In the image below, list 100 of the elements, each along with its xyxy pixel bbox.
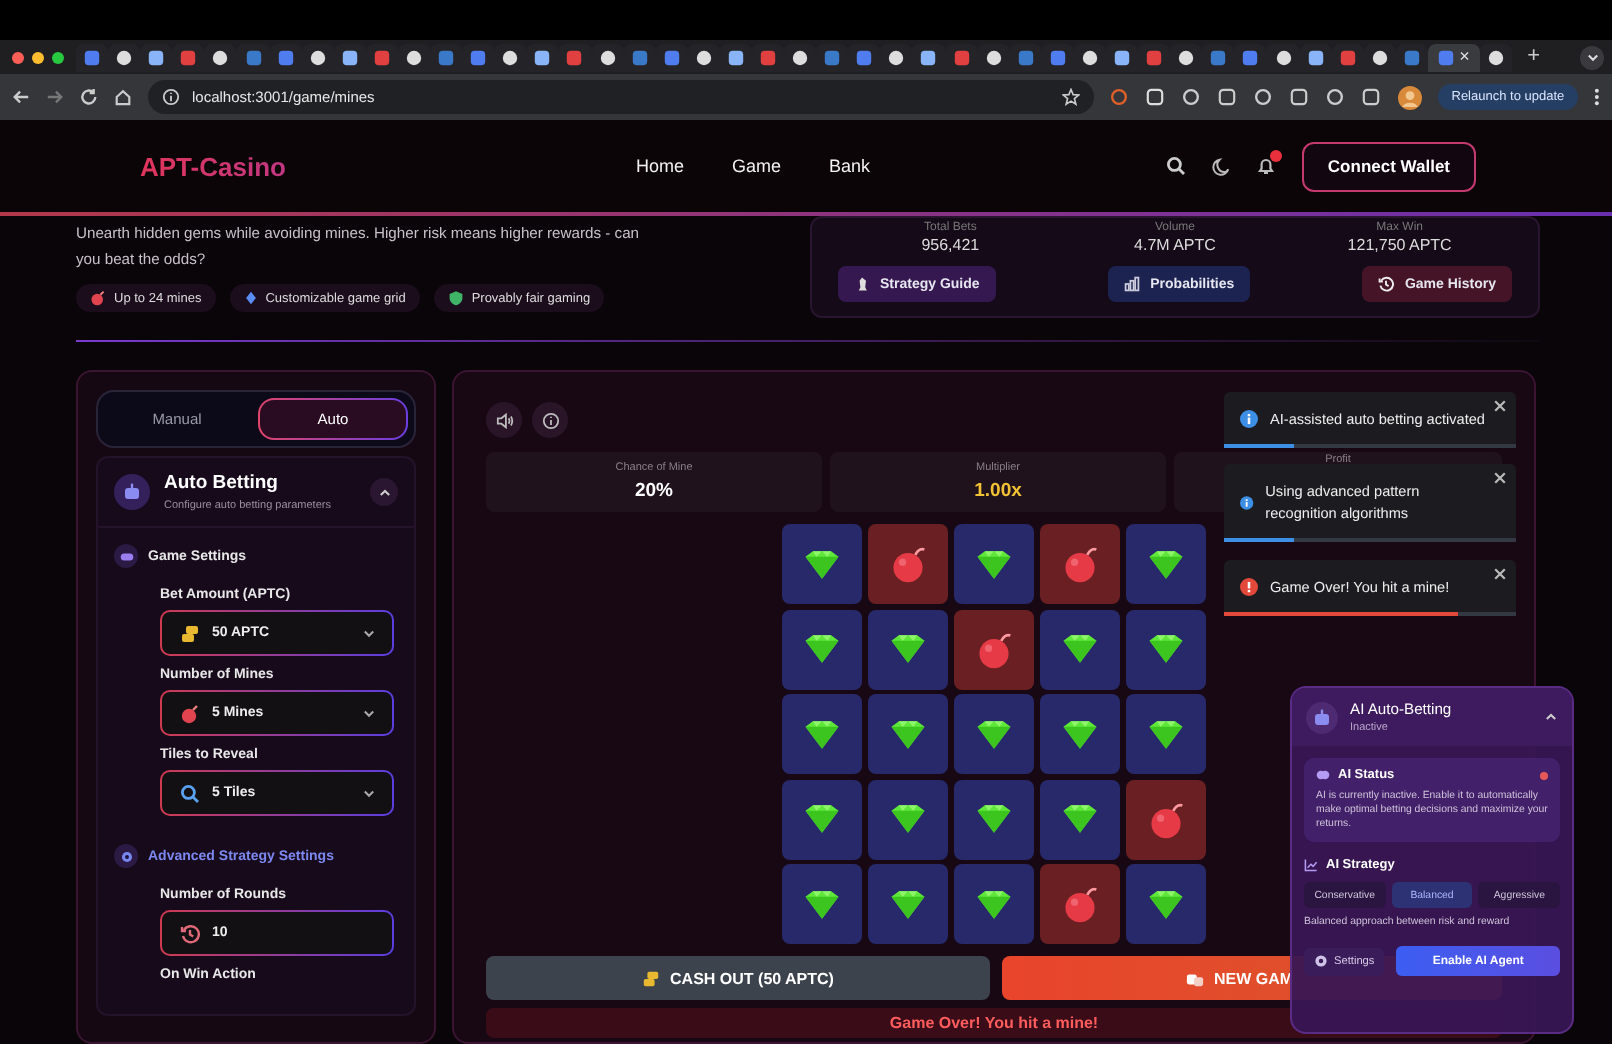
bomb-icon: [974, 629, 1014, 669]
gem-icon: [800, 887, 844, 921]
gem-tile[interactable]: [954, 779, 1034, 859]
bell-icon[interactable]: [1255, 156, 1276, 176]
gem-icon: [1144, 717, 1188, 751]
search-icon[interactable]: [1165, 156, 1186, 176]
robot-icon: [1312, 707, 1332, 727]
diamond-icon: [243, 290, 258, 306]
gem-tile[interactable]: [868, 864, 948, 944]
info-button[interactable]: [532, 402, 568, 438]
coins-icon: [642, 969, 661, 987]
gem-tile[interactable]: [954, 864, 1034, 944]
mine-tile[interactable]: [954, 609, 1034, 689]
gem-icon: [886, 802, 930, 836]
info-icon: [541, 411, 559, 429]
gem-icon: [800, 632, 844, 666]
chart-icon: [1124, 276, 1141, 292]
gem-icon: [972, 547, 1016, 581]
bomb-icon: [180, 703, 200, 723]
gem-tile[interactable]: [1126, 609, 1206, 689]
reload-icon[interactable]: [80, 88, 98, 106]
gem-icon: [800, 717, 844, 751]
gem-tile[interactable]: [1040, 609, 1120, 689]
gem-icon: [972, 717, 1016, 751]
gem-tile[interactable]: [1040, 779, 1120, 859]
bomb-icon: [1060, 884, 1100, 924]
chart-icon: [1304, 858, 1318, 872]
stat-value: 20%: [634, 480, 673, 502]
bomb-icon: [888, 544, 928, 584]
gem-tile[interactable]: [1126, 864, 1206, 944]
gem-icon: [1058, 632, 1102, 666]
collapse-button[interactable]: [370, 478, 398, 506]
more-icon[interactable]: [1594, 88, 1600, 106]
gem-tile[interactable]: [782, 694, 862, 774]
section-title: Auto Betting: [164, 472, 280, 494]
close-icon[interactable]: [1494, 568, 1506, 580]
site-info-icon: [162, 88, 180, 106]
close-icon[interactable]: [1494, 472, 1506, 484]
gem-tile[interactable]: [782, 524, 862, 604]
gem-icon: [800, 802, 844, 836]
robot-icon: [122, 482, 142, 502]
chevron-down-icon: [362, 626, 376, 640]
gem-tile[interactable]: [1126, 524, 1206, 604]
browser-tab[interactable]: [1479, 43, 1512, 71]
collapse-button[interactable]: [1544, 710, 1558, 724]
gem-tile[interactable]: [782, 864, 862, 944]
chevron-down-icon: [1585, 50, 1599, 64]
mine-tile[interactable]: [1040, 524, 1120, 604]
gem-icon: [1144, 632, 1188, 666]
star-icon[interactable]: [1061, 88, 1080, 106]
gem-icon: [972, 887, 1016, 921]
shield-icon: [447, 290, 464, 306]
browser-tab[interactable]: ×: [1427, 43, 1480, 71]
gem-tile[interactable]: [782, 779, 862, 859]
gem-tile[interactable]: [868, 779, 948, 859]
connect-wallet-button[interactable]: Connect Wallet: [1301, 141, 1476, 191]
home-icon[interactable]: [114, 88, 132, 106]
info-icon: [1240, 493, 1254, 511]
chevron-up-icon: [1544, 710, 1558, 724]
notification-dot: [1269, 150, 1282, 162]
gem-icon: [886, 887, 930, 921]
close-icon[interactable]: [1494, 400, 1506, 412]
gem-tile[interactable]: [1040, 694, 1120, 774]
nav-link[interactable]: Bank: [829, 156, 871, 176]
nav-link[interactable]: Game: [732, 156, 782, 176]
avatar-icon[interactable]: [1397, 85, 1422, 109]
alert-icon: [1240, 578, 1258, 596]
close-tab-button[interactable]: ×: [1459, 48, 1470, 66]
stat-value: 4.7M APTC: [1134, 236, 1216, 254]
chevron-up-icon: [377, 485, 391, 499]
back-icon[interactable]: [12, 88, 30, 106]
cash-out-button[interactable]: CASH OUT (50 APTC): [486, 956, 990, 1000]
gem-icon: [1144, 547, 1188, 581]
new-tab-button[interactable]: +: [1527, 46, 1540, 68]
mine-tile[interactable]: [1126, 779, 1206, 859]
chess-piece-icon: [854, 276, 870, 292]
gem-icon: [886, 632, 930, 666]
gem-tile[interactable]: [954, 694, 1034, 774]
gem-tile[interactable]: [782, 609, 862, 689]
bomb-icon: [1146, 799, 1186, 839]
nav-link[interactable]: Home: [636, 156, 685, 176]
gem-tile[interactable]: [868, 694, 948, 774]
info-icon: [1240, 410, 1258, 428]
gem-icon: [1058, 717, 1102, 751]
moon-icon[interactable]: [1211, 157, 1230, 175]
sound-button[interactable]: [486, 402, 522, 438]
tab-list-button[interactable]: [1580, 45, 1604, 69]
stat-value: 121,750 APTC: [1347, 236, 1452, 254]
chevron-down-icon: [362, 706, 376, 720]
gem-tile[interactable]: [868, 609, 948, 689]
history-icon: [1378, 276, 1395, 292]
search-icon: [180, 783, 200, 803]
gem-tile[interactable]: [954, 524, 1034, 604]
forward-icon[interactable]: [46, 88, 64, 106]
mine-tile[interactable]: [1040, 864, 1120, 944]
gem-icon: [800, 547, 844, 581]
gem-tile[interactable]: [1126, 694, 1206, 774]
mine-tile[interactable]: [868, 524, 948, 604]
speaker-icon: [495, 411, 513, 429]
coins-icon: [180, 623, 200, 643]
